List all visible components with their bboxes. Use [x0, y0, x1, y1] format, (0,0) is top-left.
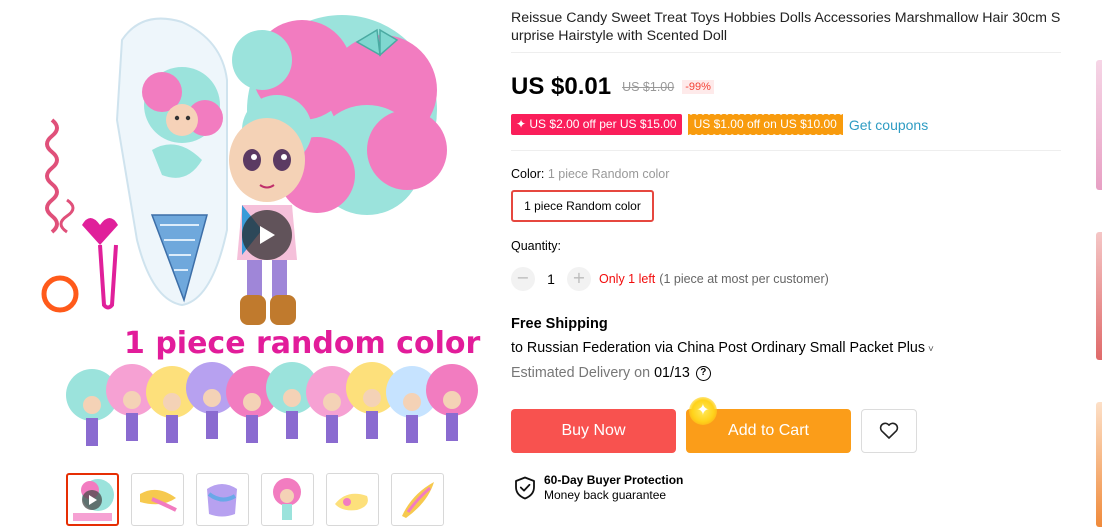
- quantity-input[interactable]: 1: [535, 271, 567, 287]
- coupon-row: ✦ US $2.00 off per US $15.00 US $1.00 of…: [511, 113, 928, 135]
- play-icon: [260, 226, 275, 244]
- quantity-label: Quantity:: [511, 239, 562, 253]
- shipping-destination-text[interactable]: to Russian Federation via China Post Ord…: [511, 340, 925, 356]
- increase-quantity-button[interactable]: +: [567, 267, 591, 291]
- thumbnail-image: [335, 493, 368, 511]
- heart-icon: [879, 422, 899, 439]
- play-video-button[interactable]: [242, 210, 292, 260]
- store-coupon-badge[interactable]: ✦ US $2.00 off per US $15.00: [511, 114, 682, 135]
- sku-title: Color:: [511, 167, 545, 181]
- thumbnail-2[interactable]: [131, 473, 184, 526]
- main-product-image[interactable]: 1 piece random color: [12, 0, 490, 462]
- coupon-badge[interactable]: US $1.00 off on US $10.00: [687, 113, 844, 135]
- protection-title: 60-Day Buyer Protection: [544, 473, 684, 487]
- sku-label: Color: 1 piece Random color: [511, 167, 669, 181]
- thumbnail-image: [273, 478, 301, 520]
- protection-subtitle: Money back guarantee: [544, 488, 667, 502]
- delivery-date: 01/13: [654, 365, 690, 381]
- image-caption: 1 piece random color: [124, 326, 481, 361]
- stock-warning: Only 1 left: [599, 272, 656, 286]
- original-price: US $1.00: [622, 80, 675, 94]
- help-icon[interactable]: ?: [695, 365, 711, 381]
- estimated-delivery: Estimated Delivery on 01/13 ?: [511, 365, 711, 381]
- recommendation-card[interactable]: [1096, 402, 1102, 527]
- thumbnail-image: [140, 489, 177, 512]
- sparkle-icon: ✦: [689, 397, 717, 425]
- thumbnail-4[interactable]: [261, 473, 314, 526]
- buyer-protection: 60-Day Buyer Protection Money back guara…: [514, 473, 683, 502]
- action-buttons: Buy Now ✦ Add to Cart: [511, 397, 917, 453]
- product-title: Reissue Candy Sweet Treat Toys Hobbies D…: [511, 10, 1061, 44]
- recommendation-card[interactable]: [1096, 60, 1102, 190]
- thumbnail-1[interactable]: [66, 473, 119, 526]
- product-info-panel: Reissue Candy Sweet Treat Toys Hobbies D…: [511, 0, 1063, 502]
- thumbnail-image: [207, 484, 237, 517]
- delivery-label: Estimated Delivery on: [511, 365, 651, 381]
- decrease-quantity-button[interactable]: −: [511, 267, 535, 291]
- divider: [511, 150, 1061, 151]
- thumbnail-6[interactable]: [391, 473, 444, 526]
- add-to-cart-button[interactable]: ✦ Add to Cart: [686, 397, 851, 453]
- thumbnail-3[interactable]: [196, 473, 249, 526]
- quantity-stepper: − 1 + Only 1 left (1 piece at most per c…: [511, 267, 829, 291]
- sku-selected-value: 1 piece Random color: [547, 167, 670, 181]
- recommendation-card[interactable]: [1096, 232, 1102, 360]
- discount-badge: -99%: [682, 80, 714, 94]
- shipping-title: Free Shipping: [511, 316, 608, 332]
- chevron-down-icon[interactable]: ˅: [928, 344, 934, 355]
- add-to-cart-label: Add to Cart: [728, 422, 809, 439]
- shield-check-icon: [515, 476, 535, 499]
- shipping-destination[interactable]: to Russian Federation via China Post Ord…: [511, 340, 934, 356]
- wishlist-button[interactable]: [861, 409, 917, 453]
- thumbnail-5[interactable]: [326, 473, 379, 526]
- purchase-limit-note: (1 piece at most per customer): [659, 272, 829, 286]
- recommendation-strip-edge: [1096, 0, 1102, 529]
- current-price: US $0.01: [511, 73, 612, 100]
- thumbnail-strip: [66, 473, 456, 526]
- get-coupons-link[interactable]: Get coupons: [849, 117, 928, 133]
- buy-now-button[interactable]: Buy Now: [511, 409, 676, 453]
- divider: [511, 52, 1061, 53]
- thumbnail-image: [73, 479, 114, 521]
- price-row: US $0.01 US $1.00 -99%: [511, 73, 714, 101]
- thumbnail-image: [402, 482, 434, 518]
- sku-option-random-color[interactable]: 1 piece Random color: [511, 190, 654, 222]
